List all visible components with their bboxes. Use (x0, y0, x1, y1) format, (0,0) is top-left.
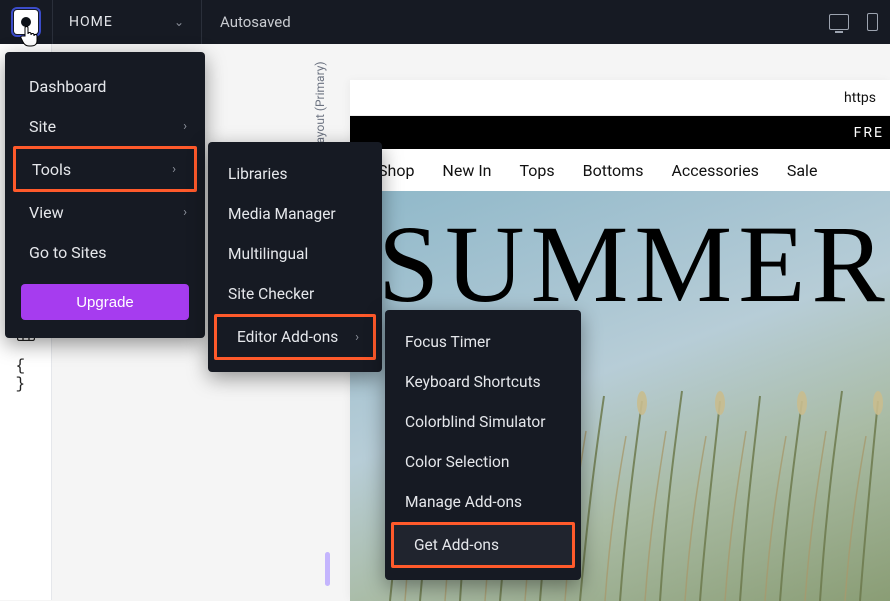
addon-focus-timer-label: Focus Timer (405, 333, 491, 351)
chevron-right-icon: › (183, 205, 187, 220)
addon-keyboard-shortcuts[interactable]: Keyboard Shortcuts (385, 362, 581, 402)
menu-tools-label: Tools (32, 160, 71, 179)
menu-site-label: Site (29, 117, 56, 136)
addon-color-selection-label: Color Selection (405, 453, 509, 471)
app-logo (14, 10, 38, 34)
nav-tops[interactable]: Tops (520, 161, 555, 180)
submenu-media-manager-label: Media Manager (228, 205, 336, 223)
submenu-media-manager[interactable]: Media Manager (208, 194, 382, 234)
url-fragment: https (844, 90, 876, 106)
addon-colorblind-simulator[interactable]: Colorblind Simulator (385, 402, 581, 442)
menu-go-to-sites[interactable]: Go to Sites (5, 232, 205, 272)
page-selector-label: HOME (69, 14, 113, 30)
submenu-libraries[interactable]: Libraries (208, 154, 382, 194)
highlight-get-addons: Get Add-ons (391, 522, 575, 568)
autosave-status: Autosaved (202, 13, 309, 31)
addon-colorblind-simulator-label: Colorblind Simulator (405, 413, 546, 431)
menu-dashboard-label: Dashboard (29, 77, 106, 96)
page-selector[interactable]: HOME ⌄ (52, 0, 202, 44)
chevron-right-icon: › (355, 330, 359, 345)
menu-tools[interactable]: Tools › (16, 149, 194, 189)
submenu-multilingual-label: Multilingual (228, 245, 308, 263)
tools-submenu: Libraries Media Manager Multilingual Sit… (208, 142, 382, 372)
submenu-editor-addons-label: Editor Add-ons (237, 328, 338, 346)
menu-dashboard[interactable]: Dashboard (5, 66, 205, 106)
addon-get-addons[interactable]: Get Add-ons (394, 525, 572, 565)
submenu-editor-addons[interactable]: Editor Add-ons › (217, 317, 373, 357)
device-switcher (829, 13, 890, 31)
editor-addons-submenu: Focus Timer Keyboard Shortcuts Colorblin… (385, 310, 581, 580)
addon-manage-addons-label: Manage Add-ons (405, 493, 522, 511)
chevron-right-icon: › (183, 119, 187, 134)
addon-focus-timer[interactable]: Focus Timer (385, 322, 581, 362)
panel-resize-handle[interactable] (325, 552, 330, 586)
addon-get-addons-label: Get Add-ons (414, 536, 499, 554)
submenu-libraries-label: Libraries (228, 165, 287, 183)
upgrade-button[interactable]: Upgrade (21, 284, 189, 320)
submenu-site-checker[interactable]: Site Checker (208, 274, 382, 314)
topbar: HOME ⌄ Autosaved (0, 0, 890, 44)
addon-keyboard-shortcuts-label: Keyboard Shortcuts (405, 373, 541, 391)
menu-site[interactable]: Site › (5, 106, 205, 146)
url-bar: https (350, 80, 890, 116)
hero-title: SUMMER (378, 201, 890, 328)
layout-label: Layout (Primary) (313, 61, 327, 150)
nav-sale[interactable]: Sale (787, 161, 818, 180)
nav-accessories[interactable]: Accessories (671, 161, 758, 180)
promo-bar: FRE (350, 116, 890, 149)
submenu-site-checker-label: Site Checker (228, 285, 314, 303)
highlight-tools: Tools › (13, 146, 197, 192)
app-menu-button[interactable] (0, 0, 52, 44)
menu-view[interactable]: View › (5, 192, 205, 232)
chevron-down-icon: ⌄ (174, 15, 185, 29)
addon-manage-addons[interactable]: Manage Add-ons (385, 482, 581, 522)
mobile-view-icon[interactable] (867, 13, 878, 31)
nav-bottoms[interactable]: Bottoms (583, 161, 644, 180)
menu-go-to-sites-label: Go to Sites (29, 243, 107, 262)
promo-text: FRE (854, 125, 884, 141)
site-nav: Shop New In Tops Bottoms Accessories Sal… (350, 149, 890, 191)
submenu-multilingual[interactable]: Multilingual (208, 234, 382, 274)
highlight-editor-addons: Editor Add-ons › (214, 314, 376, 360)
desktop-view-icon[interactable] (829, 14, 849, 30)
chevron-right-icon: › (172, 162, 176, 177)
menu-view-label: View (29, 203, 64, 222)
nav-shop[interactable]: Shop (378, 161, 414, 180)
addon-color-selection[interactable]: Color Selection (385, 442, 581, 482)
app-menu: Dashboard Site › Tools › View › Go to Si… (5, 52, 205, 338)
nav-new-in[interactable]: New In (442, 161, 491, 180)
braces-icon[interactable]: { } (16, 366, 36, 384)
